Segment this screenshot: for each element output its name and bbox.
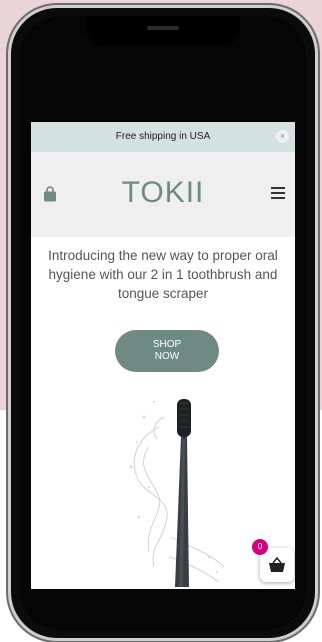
phone-frame: Free shipping in USA × TOKII Introducing… [11, 8, 315, 638]
site-logo[interactable]: TOKII [31, 170, 295, 216]
phone-notch [86, 16, 240, 46]
cart-count-badge: 0 [252, 539, 268, 555]
announcement-bar: Free shipping in USA × [31, 122, 295, 152]
phone-speaker [147, 26, 179, 30]
hero-headline: Introducing the new way to proper oral h… [48, 248, 278, 301]
phone-screen: Free shipping in USA × TOKII Introducing… [31, 122, 295, 589]
toothbrush-image [129, 399, 225, 587]
announcement-text: Free shipping in USA [115, 131, 211, 142]
shop-now-label: SHOP NOW [152, 339, 182, 362]
shop-now-button[interactable]: SHOP NOW [115, 330, 219, 372]
site-header: TOKII [31, 152, 295, 237]
phone-bezel: Free shipping in USA × TOKII Introducing… [20, 16, 306, 630]
basket-icon [269, 557, 285, 572]
hamburger-menu-icon[interactable] [271, 187, 285, 200]
close-icon[interactable]: × [276, 130, 289, 143]
